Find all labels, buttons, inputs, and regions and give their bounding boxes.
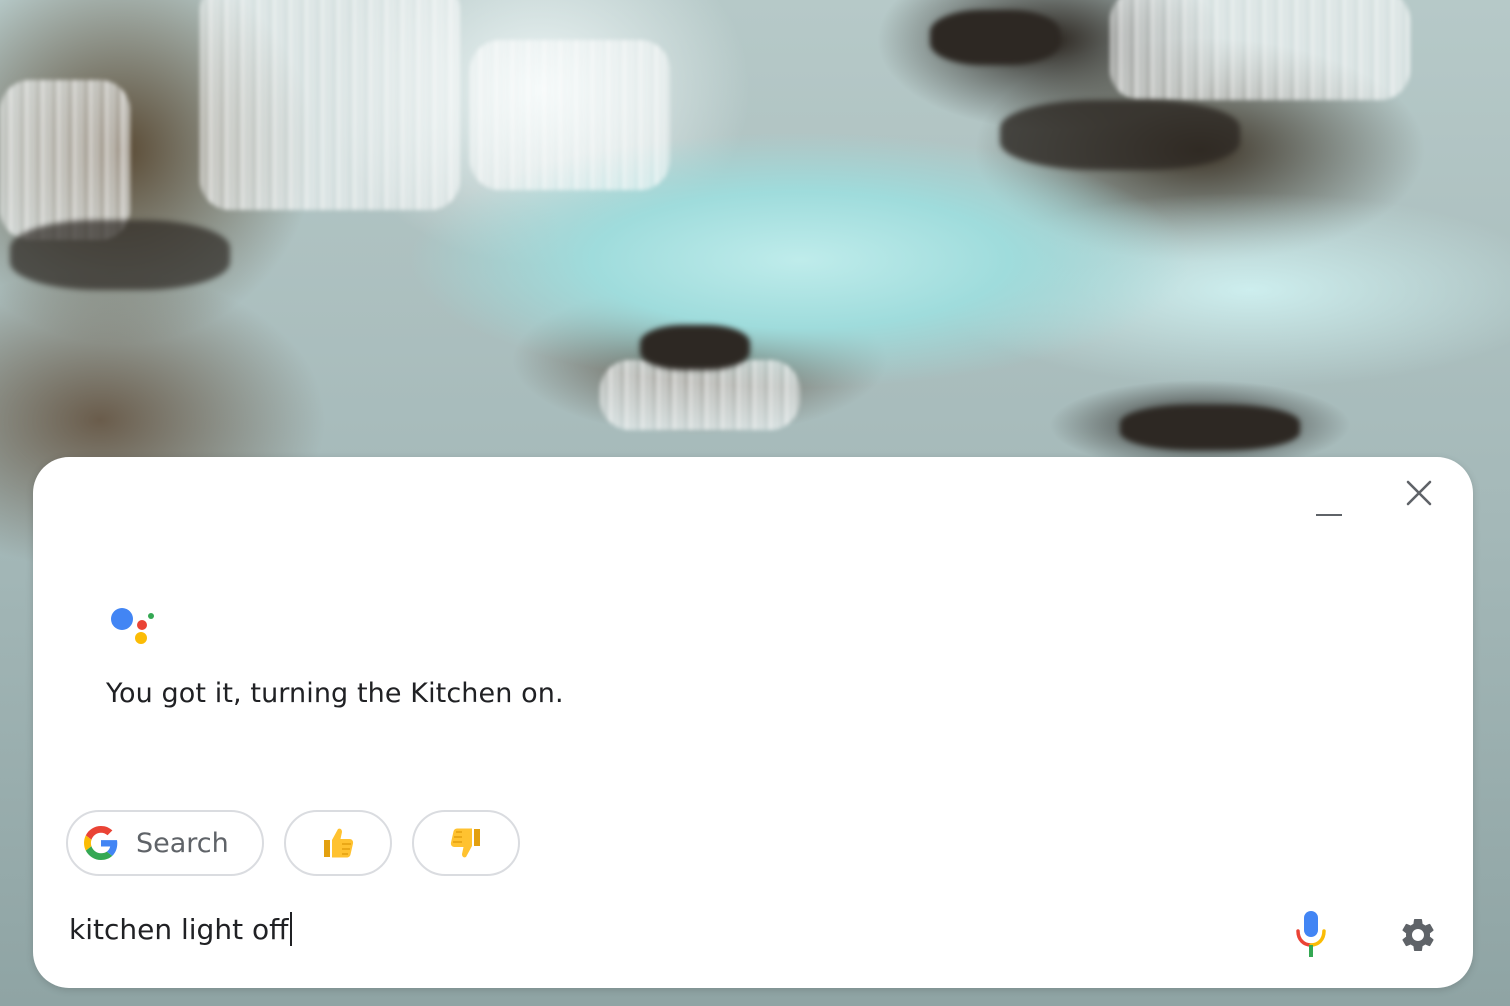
thumbs-up-button[interactable] [284,810,392,876]
thumbs-down-button[interactable] [412,810,520,876]
search-suggestion-chip[interactable]: Search [66,810,264,876]
waterfall [200,0,460,210]
assistant-query-input[interactable]: kitchen light off [69,912,293,946]
assistant-panel: You got it, turning the Kitchen on. Sear… [33,457,1473,988]
microphone-button[interactable] [1289,907,1333,961]
thumbs-up-icon [324,828,354,858]
waterfall [0,80,130,240]
close-button[interactable] [1397,471,1441,515]
settings-button[interactable] [1395,912,1441,958]
thumbs-down-icon [450,828,480,858]
google-g-icon [84,826,118,860]
waterfall [1110,0,1410,100]
rock [930,10,1060,65]
rock [640,325,750,370]
search-chip-label: Search [136,827,229,859]
rock [1120,405,1300,450]
text-caret [290,912,293,946]
minimize-icon [1316,514,1342,516]
close-icon [1406,480,1432,506]
assistant-response-text: You got it, turning the Kitchen on. [106,678,564,709]
microphone-icon [1296,911,1326,957]
minimize-button[interactable] [1307,483,1351,527]
rock [1000,100,1240,170]
waterfall [600,360,800,430]
gear-icon [1402,919,1434,951]
rock [10,220,230,290]
waterfall [470,40,670,190]
google-assistant-icon [111,608,154,644]
query-text: kitchen light off [69,912,289,946]
